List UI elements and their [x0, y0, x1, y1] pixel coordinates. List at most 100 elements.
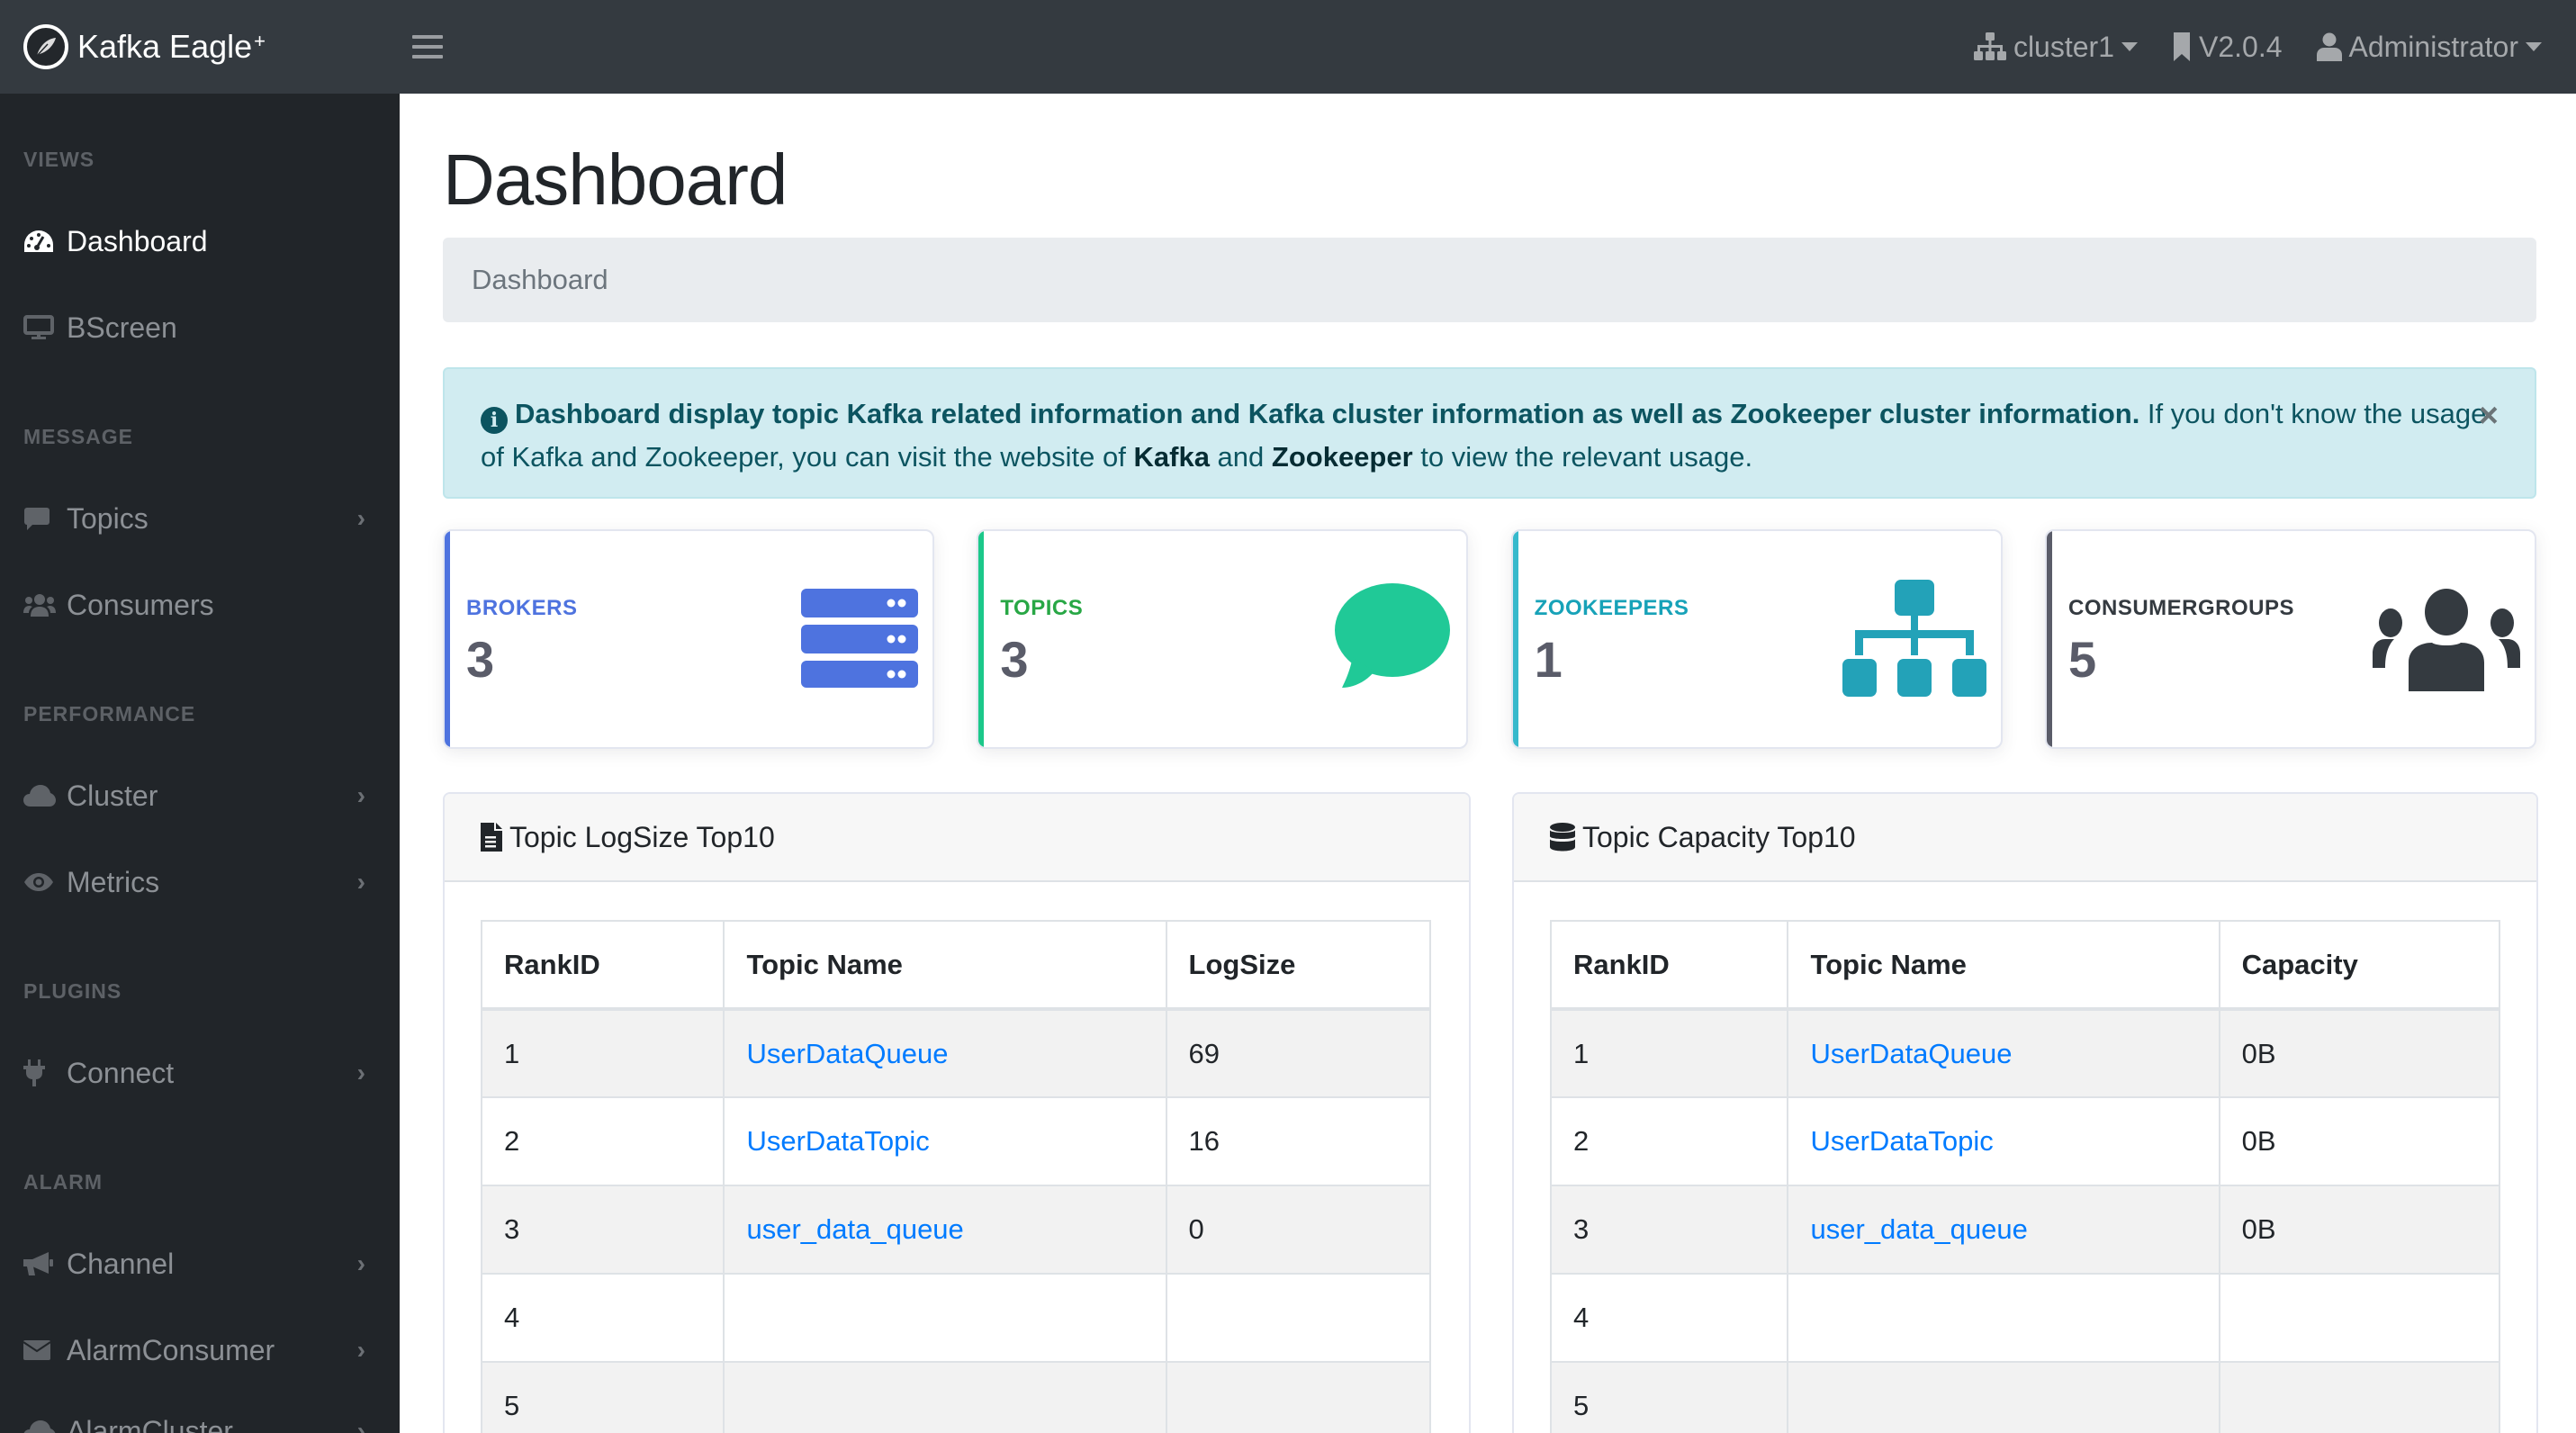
zookeeper-link[interactable]: Zookeeper [1272, 441, 1413, 473]
sidebar-item-bscreen[interactable]: BScreen [0, 292, 400, 364]
consumergroups-card[interactable]: CONSUMERGROUPS 5 [2044, 529, 2536, 749]
rank-cell: 1 [480, 1008, 725, 1098]
chevron-right-icon: › [356, 868, 365, 896]
chevron-right-icon: › [356, 1249, 365, 1277]
cloud-icon [23, 780, 59, 811]
sidebar-item-alarmconsumer[interactable]: AlarmConsumer › [0, 1314, 400, 1386]
database-icon [1550, 823, 1575, 852]
cloud-icon [23, 1416, 59, 1433]
version-link[interactable]: V2.0.4 [2172, 31, 2283, 64]
sidebar-item-cluster[interactable]: Cluster › [0, 760, 400, 832]
card-value: 3 [466, 631, 495, 688]
table-header-row: RankID Topic Name Capacity [1549, 920, 2501, 1011]
panel-title: Topic LogSize Top10 [509, 820, 775, 853]
comment-icon [23, 503, 59, 534]
column-header[interactable]: RankID [1549, 920, 1789, 1011]
plug-icon [23, 1058, 59, 1088]
hamburger-icon [412, 34, 443, 39]
sidebar-item-connect[interactable]: Connect › [0, 1037, 400, 1109]
sitemap-icon [1842, 580, 1986, 701]
sidebar-item-alarmcluster[interactable]: AlarmCluster › [0, 1395, 400, 1433]
envelope-icon [23, 1335, 59, 1365]
rank-cell: 4 [1549, 1273, 1789, 1363]
kafka-link[interactable]: Kafka [1134, 441, 1210, 473]
topic-cell: UserDataQueue [723, 1008, 1167, 1098]
alert-bold-text: Dashboard display topic Kafka related in… [515, 398, 2140, 429]
card-value: 5 [2067, 631, 2097, 688]
rank-cell: 5 [1549, 1361, 1789, 1433]
topic-link[interactable]: user_data_queue [1810, 1213, 2027, 1245]
sidebar-heading-performance: PERFORMANCE [23, 702, 196, 726]
table-row: 4 [480, 1273, 1432, 1363]
sidebar-item-label: Topics [67, 501, 149, 535]
brokers-card[interactable]: BROKERS 3 [443, 529, 934, 749]
logsize-cell [1165, 1361, 1432, 1433]
info-alert: i Dashboard display topic Kafka related i… [443, 367, 2536, 499]
card-value: 3 [1000, 631, 1029, 688]
card-accent [1512, 531, 1518, 747]
bookmark-icon [2173, 32, 2190, 61]
rank-cell: 4 [480, 1273, 725, 1363]
topic-link[interactable]: UserDataTopic [746, 1125, 929, 1157]
logsize-cell: 69 [1165, 1008, 1432, 1098]
column-header[interactable]: Topic Name [1787, 920, 2220, 1011]
table-row: 3 user_data_queue 0B [1549, 1185, 2501, 1275]
sidebar-toggle-button[interactable] [412, 32, 443, 62]
zookeepers-card[interactable]: ZOOKEEPERS 1 [1510, 529, 2003, 749]
topic-cell: UserDataTopic [1787, 1096, 2220, 1186]
comment-icon [1333, 583, 1452, 692]
topic-cell [1787, 1361, 2220, 1433]
sidebar-item-label: Cluster [67, 779, 158, 812]
user-name: Administrator [2348, 30, 2519, 63]
column-header[interactable]: LogSize [1165, 920, 1432, 1011]
topic-link[interactable]: user_data_queue [746, 1213, 963, 1245]
card-accent [978, 531, 985, 747]
rank-cell: 5 [480, 1361, 725, 1433]
column-header[interactable]: Topic Name [723, 920, 1167, 1011]
users-icon [23, 590, 59, 620]
cluster-dropdown[interactable]: cluster1 [1973, 30, 2138, 64]
bullhorn-icon [23, 1248, 59, 1279]
table-row: 1 UserDataQueue 69 [480, 1008, 1432, 1098]
stat-cards: BROKERS 3 TOPICS 3 ZOOKEEPERS 1 CONSUMER… [443, 529, 2536, 749]
eye-icon [23, 867, 59, 897]
sidebar-item-label: BScreen [67, 311, 177, 344]
topics-card[interactable]: TOPICS 3 [977, 529, 1469, 749]
capacity-cell: 0B [2218, 1008, 2501, 1098]
rank-cell: 1 [1549, 1008, 1789, 1098]
column-header[interactable]: RankID [480, 920, 725, 1011]
sidebar-item-label: Channel [67, 1247, 175, 1280]
brand-plus: + [254, 30, 266, 52]
topic-cell: user_data_queue [1787, 1185, 2220, 1275]
sidebar-item-topics[interactable]: Topics › [0, 482, 400, 554]
logsize-cell: 16 [1165, 1096, 1432, 1186]
brand[interactable]: Kafka Eagle + [0, 0, 400, 94]
column-header[interactable]: Capacity [2218, 920, 2501, 1011]
sidebar-item-label: Metrics [67, 865, 160, 898]
cluster-name: cluster1 [2013, 30, 2114, 63]
topic-link[interactable]: UserDataQueue [746, 1038, 948, 1069]
top-navbar: Kafka Eagle + cluster1 V2.0.4 Administrat… [0, 0, 2576, 94]
desktop-icon [23, 312, 59, 343]
topic-link[interactable]: UserDataQueue [1810, 1038, 2012, 1069]
sidebar-item-label: Consumers [67, 588, 214, 621]
card-value: 1 [1534, 631, 1563, 688]
chevron-right-icon: › [356, 504, 365, 532]
sidebar-item-channel[interactable]: Channel › [0, 1228, 400, 1300]
capacity-cell [2218, 1273, 2501, 1363]
sidebar-item-dashboard[interactable]: Dashboard [0, 205, 400, 277]
sidebar-item-metrics[interactable]: Metrics › [0, 846, 400, 918]
sidebar-item-label: Connect [67, 1056, 175, 1089]
topic-cell: user_data_queue [723, 1185, 1167, 1275]
sidebar-item-consumers[interactable]: Consumers [0, 569, 400, 641]
table-row: 2 UserDataTopic 0B [1549, 1096, 2501, 1186]
version-label: V2.0.4 [2198, 30, 2283, 63]
user-dropdown[interactable]: Administrator [2316, 30, 2542, 64]
topic-link[interactable]: UserDataTopic [1810, 1125, 1993, 1157]
sidebar-item-label: AlarmConsumer [67, 1333, 275, 1366]
sidebar-heading-views: VIEWS [23, 148, 95, 171]
brand-name: Kafka Eagle [77, 28, 253, 65]
capacity-cell [2218, 1361, 2501, 1433]
sidebar-item-label: Dashboard [67, 224, 208, 257]
close-icon[interactable]: × [2479, 394, 2499, 437]
